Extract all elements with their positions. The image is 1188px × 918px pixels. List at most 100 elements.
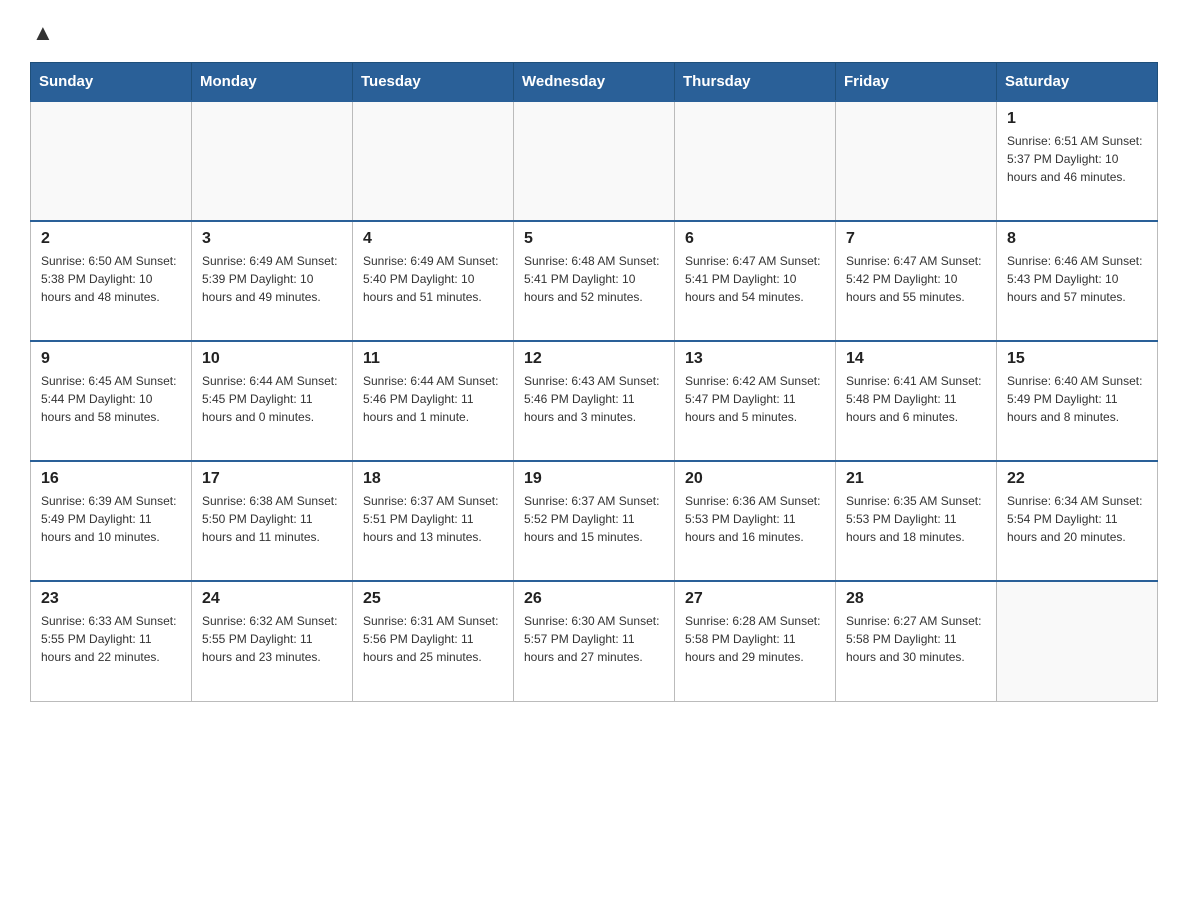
calendar-cell: 10Sunrise: 6:44 AM Sunset: 5:45 PM Dayli… — [192, 341, 353, 461]
day-info: Sunrise: 6:30 AM Sunset: 5:57 PM Dayligh… — [524, 612, 664, 666]
week-row-3: 9 Sunrise: 6:45 AM Sunset: 5:44 PM Daylig… — [31, 341, 1158, 461]
day-info: Sunrise: 6:35 AM Sunset: 5:53 PM Dayligh… — [846, 492, 986, 546]
day-number: 3 — [202, 230, 342, 248]
week-row-5: 23 Sunrise: 6:33 AM Sunset: 5:55 PM Dayli… — [31, 581, 1158, 701]
calendar-cell: 18 Sunrise: 6:37 AM Sunset: 5:51 PM Dayli… — [353, 461, 514, 581]
calendar-cell: 1 Sunrise: 6:51 AM Sunset: 5:37 PM Daylig… — [997, 101, 1158, 221]
day-info: Sunrise: 6:41 AM Sunset: 5:48 PM Dayligh… — [846, 372, 986, 426]
calendar-cell: 16 Sunrise: 6:39 AM Sunset: 5:49 PM Dayli… — [31, 461, 192, 581]
calendar-cell — [836, 101, 997, 221]
day-number: 11 — [363, 350, 503, 368]
day-number: 14 — [846, 350, 986, 368]
day-info: Sunrise: 6:46 AM Sunset: 5:43 PM Dayligh… — [1007, 252, 1147, 306]
day-info: Sunrise: 6:49 AM Sunset: 5:39 PM Dayligh… — [202, 252, 342, 306]
day-info: Sunrise: 6:34 AM Sunset: 5:54 PM Dayligh… — [1007, 492, 1147, 546]
day-info: Sunrise: 6:32 AM Sunset: 5:55 PM Dayligh… — [202, 612, 342, 666]
day-info: Sunrise: 6:43 AM Sunset: 5:46 PM Dayligh… — [524, 372, 664, 426]
calendar-cell — [31, 101, 192, 221]
day-info: Sunrise: 6:36 AM Sunset: 5:53 PM Dayligh… — [685, 492, 825, 546]
day-header-saturday: Saturday — [997, 63, 1158, 102]
day-number: 28 — [846, 590, 986, 608]
calendar-cell: 26 Sunrise: 6:30 AM Sunset: 5:57 PM Dayli… — [514, 581, 675, 701]
day-info: Sunrise: 6:37 AM Sunset: 5:52 PM Dayligh… — [524, 492, 664, 546]
day-number: 1 — [1007, 110, 1147, 128]
week-row-1: 1 Sunrise: 6:51 AM Sunset: 5:37 PM Daylig… — [31, 101, 1158, 221]
calendar-cell: 22 Sunrise: 6:34 AM Sunset: 5:54 PM Dayli… — [997, 461, 1158, 581]
calendar-cell: 6Sunrise: 6:47 AM Sunset: 5:41 PM Daylig… — [675, 221, 836, 341]
day-number: 19 — [524, 470, 664, 488]
week-row-4: 16 Sunrise: 6:39 AM Sunset: 5:49 PM Dayli… — [31, 461, 1158, 581]
day-info: Sunrise: 6:33 AM Sunset: 5:55 PM Dayligh… — [41, 612, 181, 666]
day-number: 16 — [41, 470, 181, 488]
calendar-cell: 25 Sunrise: 6:31 AM Sunset: 5:56 PM Dayli… — [353, 581, 514, 701]
logo: ▲ — [30, 20, 54, 46]
day-number: 13 — [685, 350, 825, 368]
day-number: 22 — [1007, 470, 1147, 488]
day-number: 23 — [41, 590, 181, 608]
day-number: 21 — [846, 470, 986, 488]
calendar-cell: 2Sunrise: 6:50 AM Sunset: 5:38 PM Daylig… — [31, 221, 192, 341]
day-info: Sunrise: 6:31 AM Sunset: 5:56 PM Dayligh… — [363, 612, 503, 666]
day-info: Sunrise: 6:47 AM Sunset: 5:42 PM Dayligh… — [846, 252, 986, 306]
day-number: 4 — [363, 230, 503, 248]
logo-arrow-icon: ▲ — [32, 20, 54, 46]
day-number: 12 — [524, 350, 664, 368]
day-header-tuesday: Tuesday — [353, 63, 514, 102]
calendar-cell: 5 Sunrise: 6:48 AM Sunset: 5:41 PM Daylig… — [514, 221, 675, 341]
calendar-cell: 13 Sunrise: 6:42 AM Sunset: 5:47 PM Dayli… — [675, 341, 836, 461]
day-info: Sunrise: 6:28 AM Sunset: 5:58 PM Dayligh… — [685, 612, 825, 666]
day-number: 26 — [524, 590, 664, 608]
calendar-cell: 20 Sunrise: 6:36 AM Sunset: 5:53 PM Dayli… — [675, 461, 836, 581]
day-info: Sunrise: 6:42 AM Sunset: 5:47 PM Dayligh… — [685, 372, 825, 426]
day-info: Sunrise: 6:37 AM Sunset: 5:51 PM Dayligh… — [363, 492, 503, 546]
day-number: 18 — [363, 470, 503, 488]
calendar-cell: 14 Sunrise: 6:41 AM Sunset: 5:48 PM Dayli… — [836, 341, 997, 461]
day-info: Sunrise: 6:45 AM Sunset: 5:44 PM Dayligh… — [41, 372, 181, 426]
calendar-cell: 8 Sunrise: 6:46 AM Sunset: 5:43 PM Daylig… — [997, 221, 1158, 341]
day-info: Sunrise: 6:39 AM Sunset: 5:49 PM Dayligh… — [41, 492, 181, 546]
calendar-cell: 21 Sunrise: 6:35 AM Sunset: 5:53 PM Dayli… — [836, 461, 997, 581]
calendar-cell: 4 Sunrise: 6:49 AM Sunset: 5:40 PM Daylig… — [353, 221, 514, 341]
calendar-cell — [997, 581, 1158, 701]
day-info: Sunrise: 6:51 AM Sunset: 5:37 PM Dayligh… — [1007, 132, 1147, 186]
day-info: Sunrise: 6:38 AM Sunset: 5:50 PM Dayligh… — [202, 492, 342, 546]
day-header-monday: Monday — [192, 63, 353, 102]
day-info: Sunrise: 6:27 AM Sunset: 5:58 PM Dayligh… — [846, 612, 986, 666]
day-header-thursday: Thursday — [675, 63, 836, 102]
calendar-cell — [675, 101, 836, 221]
day-number: 7 — [846, 230, 986, 248]
calendar-cell: 24Sunrise: 6:32 AM Sunset: 5:55 PM Dayli… — [192, 581, 353, 701]
calendar-cell — [353, 101, 514, 221]
day-number: 5 — [524, 230, 664, 248]
day-number: 15 — [1007, 350, 1147, 368]
week-row-2: 2Sunrise: 6:50 AM Sunset: 5:38 PM Daylig… — [31, 221, 1158, 341]
calendar-cell: 19 Sunrise: 6:37 AM Sunset: 5:52 PM Dayli… — [514, 461, 675, 581]
calendar-cell: 3 Sunrise: 6:49 AM Sunset: 5:39 PM Daylig… — [192, 221, 353, 341]
day-number: 9 — [41, 350, 181, 368]
day-info: Sunrise: 6:49 AM Sunset: 5:40 PM Dayligh… — [363, 252, 503, 306]
page-header: ▲ — [30, 20, 1158, 46]
day-header-friday: Friday — [836, 63, 997, 102]
calendar-cell: 28 Sunrise: 6:27 AM Sunset: 5:58 PM Dayli… — [836, 581, 997, 701]
day-number: 2 — [41, 230, 181, 248]
day-number: 20 — [685, 470, 825, 488]
day-number: 25 — [363, 590, 503, 608]
day-number: 17 — [202, 470, 342, 488]
day-number: 27 — [685, 590, 825, 608]
day-header-sunday: Sunday — [31, 63, 192, 102]
day-info: Sunrise: 6:48 AM Sunset: 5:41 PM Dayligh… — [524, 252, 664, 306]
calendar-cell: 7 Sunrise: 6:47 AM Sunset: 5:42 PM Daylig… — [836, 221, 997, 341]
calendar-cell: 27 Sunrise: 6:28 AM Sunset: 5:58 PM Dayli… — [675, 581, 836, 701]
calendar-table: SundayMondayTuesdayWednesdayThursdayFrid… — [30, 62, 1158, 702]
calendar-cell: 9 Sunrise: 6:45 AM Sunset: 5:44 PM Daylig… — [31, 341, 192, 461]
calendar-cell — [192, 101, 353, 221]
calendar-cell: 17 Sunrise: 6:38 AM Sunset: 5:50 PM Dayli… — [192, 461, 353, 581]
calendar-cell: 15 Sunrise: 6:40 AM Sunset: 5:49 PM Dayli… — [997, 341, 1158, 461]
day-number: 6 — [685, 230, 825, 248]
day-info: Sunrise: 6:40 AM Sunset: 5:49 PM Dayligh… — [1007, 372, 1147, 426]
calendar-cell: 23 Sunrise: 6:33 AM Sunset: 5:55 PM Dayli… — [31, 581, 192, 701]
day-number: 8 — [1007, 230, 1147, 248]
calendar-header-row: SundayMondayTuesdayWednesdayThursdayFrid… — [31, 63, 1158, 102]
calendar-cell: 12 Sunrise: 6:43 AM Sunset: 5:46 PM Dayli… — [514, 341, 675, 461]
day-info: Sunrise: 6:44 AM Sunset: 5:46 PM Dayligh… — [363, 372, 503, 426]
